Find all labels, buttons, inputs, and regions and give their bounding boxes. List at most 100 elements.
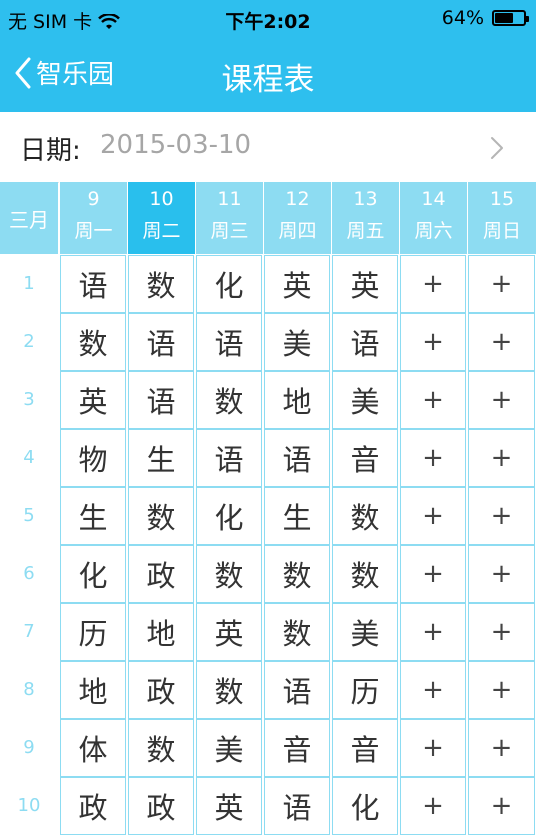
course-cell[interactable]: 化 [60, 545, 126, 603]
week-day-name: 周三 [210, 220, 249, 242]
add-course-cell[interactable]: + [400, 487, 466, 545]
add-course-cell[interactable]: + [468, 371, 535, 429]
course-cell[interactable]: 语 [264, 429, 330, 487]
course-cell[interactable]: 英 [332, 255, 398, 313]
month-label: 三月 [0, 182, 58, 254]
course-cell[interactable]: 语 [332, 313, 398, 371]
add-course-cell[interactable]: + [400, 777, 466, 835]
course-cell[interactable]: 数 [196, 545, 262, 603]
course-cell[interactable]: 生 [264, 487, 330, 545]
week-day-15[interactable]: 15 周日 [467, 182, 536, 254]
course-cell[interactable]: 地 [264, 371, 330, 429]
course-cell[interactable]: 政 [128, 661, 194, 719]
course-cell[interactable]: 语 [196, 313, 262, 371]
period-number: 1 [23, 272, 35, 294]
week-day-name: 周六 [414, 220, 453, 242]
course-cell[interactable]: 语 [128, 313, 194, 371]
battery-tip [526, 16, 529, 22]
add-course-cell[interactable]: + [468, 429, 535, 487]
course-cell[interactable]: 政 [128, 777, 194, 835]
course-cell[interactable]: 历 [332, 661, 398, 719]
week-day-11[interactable]: 11 周三 [195, 182, 263, 254]
course-cell[interactable]: 生 [128, 429, 194, 487]
course-cell[interactable]: 英 [264, 255, 330, 313]
course-cell[interactable]: 政 [128, 545, 194, 603]
course-cell[interactable]: 音 [332, 719, 398, 777]
course-cell[interactable]: 数 [264, 603, 330, 661]
status-bar: 无 SIM 卡 下午2:02 64% [0, 0, 536, 38]
add-course-cell[interactable]: + [468, 255, 535, 313]
week-day-10[interactable]: 10 周二 [127, 182, 195, 254]
week-day-9[interactable]: 9 周一 [59, 182, 127, 254]
course-cell[interactable]: 数 [128, 719, 194, 777]
course-cell[interactable]: 数 [128, 255, 194, 313]
course-cell[interactable]: 化 [332, 777, 398, 835]
period-number: 9 [23, 736, 35, 758]
add-course-cell[interactable]: + [468, 545, 535, 603]
course-cell[interactable]: 化 [196, 487, 262, 545]
course-cell[interactable]: 英 [196, 603, 262, 661]
course-cell[interactable]: 音 [332, 429, 398, 487]
add-course-cell[interactable]: + [400, 429, 466, 487]
week-day-name: 周日 [482, 220, 521, 242]
schedule-grid: 1 语数化英英 + +2 数语语美语 + +3 英语数地美 + +4 物生语语音 + +5 生数化生数 + +… [0, 254, 536, 839]
course-cell[interactable]: 英 [196, 777, 262, 835]
course-cell[interactable]: 美 [332, 603, 398, 661]
period-number: 10 [17, 794, 41, 816]
course-cell[interactable]: 语 [60, 255, 126, 313]
course-cell[interactable]: 音 [264, 719, 330, 777]
course-cell[interactable]: 语 [264, 661, 330, 719]
add-course-cell[interactable]: + [400, 371, 466, 429]
add-course-cell[interactable]: + [468, 313, 535, 371]
add-course-cell[interactable]: + [468, 777, 535, 835]
course-cell[interactable]: 数 [196, 661, 262, 719]
course-cell[interactable]: 美 [332, 371, 398, 429]
add-course-cell[interactable]: + [400, 603, 466, 661]
course-cell[interactable]: 地 [60, 661, 126, 719]
add-course-cell[interactable]: + [468, 487, 535, 545]
course-cell[interactable]: 语 [128, 371, 194, 429]
add-course-cell[interactable]: + [468, 661, 535, 719]
course-cell[interactable]: 生 [60, 487, 126, 545]
course-cell[interactable]: 英 [60, 371, 126, 429]
week-day-number: 13 [353, 188, 378, 210]
add-course-cell[interactable]: + [468, 603, 535, 661]
course-cell[interactable]: 语 [196, 429, 262, 487]
course-cell[interactable]: 数 [196, 371, 262, 429]
chevron-right-icon[interactable] [490, 136, 504, 160]
period-number: 7 [23, 620, 35, 642]
date-row[interactable]: 日期: 2015-03-10 [0, 112, 536, 183]
period-number: 3 [23, 388, 35, 410]
course-cell[interactable]: 地 [128, 603, 194, 661]
add-course-cell[interactable]: + [400, 313, 466, 371]
course-cell[interactable]: 政 [60, 777, 126, 835]
week-day-number: 12 [285, 188, 310, 210]
week-day-14[interactable]: 14 周六 [399, 182, 467, 254]
course-cell[interactable]: 物 [60, 429, 126, 487]
course-cell[interactable]: 美 [196, 719, 262, 777]
course-cell[interactable]: 数 [332, 487, 398, 545]
add-course-cell[interactable]: + [400, 719, 466, 777]
course-cell[interactable]: 数 [264, 545, 330, 603]
course-cell[interactable]: 历 [60, 603, 126, 661]
course-cell[interactable]: 美 [264, 313, 330, 371]
add-course-cell[interactable]: + [400, 545, 466, 603]
add-course-cell[interactable]: + [400, 255, 466, 313]
course-cell[interactable]: 体 [60, 719, 126, 777]
page-title: 课程表 [221, 62, 315, 98]
week-day-name: 周二 [142, 220, 181, 242]
period-number: 6 [23, 562, 35, 584]
week-day-number: 14 [421, 188, 446, 210]
course-cell[interactable]: 数 [332, 545, 398, 603]
week-day-13[interactable]: 13 周五 [331, 182, 399, 254]
course-cell[interactable]: 化 [196, 255, 262, 313]
add-course-cell[interactable]: + [468, 719, 535, 777]
add-course-cell[interactable]: + [400, 661, 466, 719]
date-label: 日期: [20, 136, 81, 166]
course-cell[interactable]: 数 [128, 487, 194, 545]
period-number: 8 [23, 678, 35, 700]
week-day-12[interactable]: 12 周四 [263, 182, 331, 254]
app-header: 无 SIM 卡 下午2:02 64% 智乐园 课程表 [0, 0, 536, 112]
course-cell[interactable]: 语 [264, 777, 330, 835]
course-cell[interactable]: 数 [60, 313, 126, 371]
